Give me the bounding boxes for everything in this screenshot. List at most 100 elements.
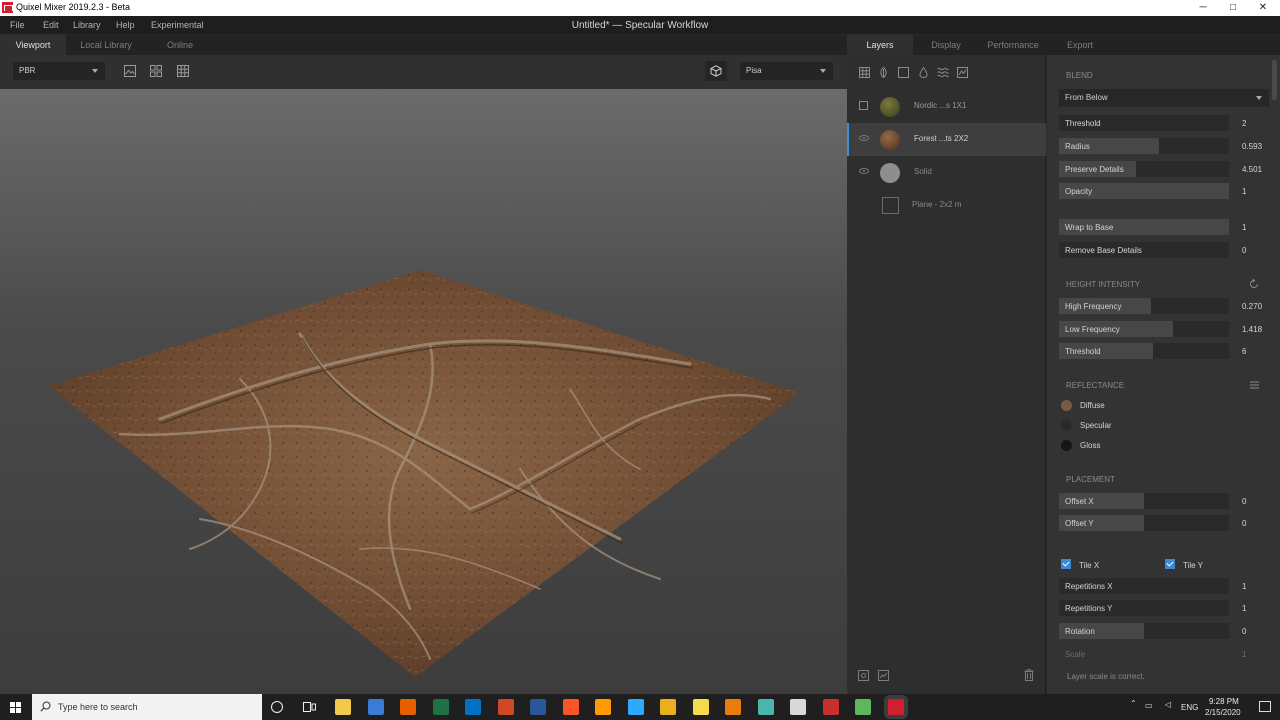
remove-base-details-slider[interactable]: Remove Base Details 0 (1059, 242, 1269, 258)
slider-value[interactable]: 2 (1242, 119, 1246, 128)
slider-value[interactable]: 1 (1242, 604, 1246, 613)
windows-start-icon[interactable] (10, 702, 21, 713)
tile-x-checkbox[interactable] (1061, 559, 1071, 569)
drop-icon[interactable] (918, 67, 929, 78)
cortana-icon[interactable] (271, 701, 283, 713)
eye-icon[interactable] (859, 135, 869, 141)
illustrator-icon[interactable] (595, 699, 611, 715)
tab-layers[interactable]: Layers (847, 35, 913, 55)
waves-icon[interactable] (937, 67, 949, 78)
diffuse-color-swatch[interactable] (1061, 400, 1072, 411)
layer-visibility-checkbox[interactable] (859, 101, 868, 110)
network-icon[interactable]: ▭ (1145, 701, 1153, 710)
slider-value[interactable]: 0.593 (1242, 142, 1262, 151)
reset-icon[interactable] (1249, 279, 1259, 289)
opacity-slider[interactable]: Opacity 1 (1059, 183, 1269, 199)
square-icon[interactable] (898, 67, 909, 78)
clock-time[interactable]: 9:28 PM (1209, 697, 1239, 706)
high-frequency-slider[interactable]: High Frequency 0.270 (1059, 298, 1269, 314)
slider-value[interactable]: 4.501 (1242, 165, 1262, 174)
repetitions-x-slider[interactable]: Repetitions X 1 (1059, 578, 1269, 594)
repetitions-y-slider[interactable]: Repetitions Y 1 (1059, 600, 1269, 616)
image-icon[interactable] (124, 65, 136, 77)
slider-value[interactable]: 0.270 (1242, 302, 1262, 311)
leaf-icon[interactable] (878, 67, 889, 78)
file-explorer-icon[interactable] (335, 699, 351, 715)
tab-local-library[interactable]: Local Library (66, 35, 146, 55)
add-mask-icon[interactable] (878, 670, 889, 681)
tile-y-checkbox[interactable] (1165, 559, 1175, 569)
blend-mode-select[interactable]: From Below (1059, 89, 1269, 107)
store-icon[interactable] (367, 699, 384, 715)
powerpoint-icon[interactable] (497, 699, 514, 715)
brave-icon[interactable] (562, 699, 579, 715)
search-input[interactable]: Type here to search (32, 694, 262, 720)
notes-icon[interactable] (692, 699, 709, 715)
menu-icon[interactable] (1250, 381, 1259, 389)
clock-date[interactable]: 2/15/2020 (1205, 708, 1241, 717)
firefox-icon[interactable] (400, 699, 416, 715)
wrap-to-base-slider[interactable]: Wrap to Base 1 (1059, 219, 1269, 235)
slider-value[interactable]: 0 (1242, 519, 1246, 528)
preserve-details-slider[interactable]: Preserve Details 4.501 (1059, 161, 1269, 177)
offset-x-slider[interactable]: Offset X 0 (1059, 493, 1269, 509)
properties-scrollbar[interactable] (1272, 60, 1277, 100)
offset-y-slider[interactable]: Offset Y 0 (1059, 515, 1269, 531)
grid-3x3-icon[interactable] (177, 65, 189, 77)
blender-icon[interactable] (725, 699, 741, 715)
tile-y-label: Tile Y (1183, 561, 1204, 570)
tab-viewport[interactable]: Viewport (0, 35, 66, 55)
close-button[interactable]: ✕ (1256, 1, 1270, 15)
gloss-color-swatch[interactable] (1061, 440, 1072, 451)
slider-value[interactable]: 1 (1242, 223, 1246, 232)
add-layer-icon[interactable] (858, 670, 869, 681)
maximize-button[interactable]: □ (1226, 1, 1240, 15)
word-icon[interactable] (530, 699, 546, 715)
substance-icon[interactable] (822, 699, 839, 715)
volume-icon[interactable]: ◁ (1165, 700, 1171, 709)
tab-performance[interactable]: Performance (979, 35, 1047, 55)
slider-value[interactable]: 0 (1242, 246, 1246, 255)
render-mode-select[interactable]: PBR (13, 62, 105, 80)
tab-display[interactable]: Display (913, 35, 979, 55)
environment-select[interactable]: Pisa (740, 62, 833, 80)
cube-view-button[interactable] (705, 61, 727, 81)
slider-value[interactable]: 6 (1242, 347, 1246, 356)
m-app-icon[interactable] (757, 699, 774, 715)
grid-2x2-icon[interactable] (150, 65, 162, 77)
radius-slider[interactable]: Radius 0.593 (1059, 138, 1269, 154)
layer-row[interactable]: Forest ...ts 2X2 (847, 123, 1046, 156)
trash-icon[interactable] (1024, 669, 1034, 681)
low-frequency-slider[interactable]: Low Frequency 1.418 (1059, 321, 1269, 337)
mixer-icon[interactable] (887, 699, 904, 715)
task-view-icon[interactable] (303, 701, 316, 713)
specular-color-swatch[interactable] (1061, 420, 1072, 431)
eye-icon[interactable] (859, 168, 869, 174)
slider-value[interactable]: 0 (1242, 497, 1246, 506)
minimize-button[interactable]: ─ (1196, 1, 1210, 15)
outlook-icon[interactable] (465, 699, 481, 715)
rotation-slider[interactable]: Rotation 0 (1059, 623, 1269, 639)
chrome-icon[interactable] (660, 699, 676, 715)
height-threshold-slider[interactable]: Threshold 6 (1059, 343, 1269, 359)
layer-row[interactable]: Solid (847, 156, 1046, 189)
slider-value[interactable]: 1.418 (1242, 325, 1262, 334)
slider-value[interactable]: 1 (1242, 187, 1246, 196)
filter-icon[interactable] (957, 67, 968, 78)
language-indicator[interactable]: ENG (1181, 703, 1198, 712)
tab-online[interactable]: Online (146, 35, 214, 55)
layer-row[interactable]: Plane - 2x2 m (847, 189, 1046, 222)
tab-export[interactable]: Export (1047, 35, 1113, 55)
tray-up-arrow-icon[interactable]: ⌃ (1130, 699, 1137, 708)
slider-value[interactable]: 1 (1242, 582, 1246, 591)
slider-value[interactable]: 0 (1242, 627, 1246, 636)
texture-icon[interactable] (859, 67, 870, 78)
3d-viewport[interactable] (0, 89, 847, 694)
bridge-icon[interactable] (855, 699, 871, 715)
photoshop-icon[interactable] (627, 699, 644, 715)
notifications-icon[interactable] (1259, 701, 1271, 712)
excel-icon[interactable] (432, 699, 449, 715)
layer-row[interactable]: Nordic ...s 1X1 (847, 90, 1046, 123)
threshold-slider[interactable]: Threshold 2 (1059, 115, 1269, 131)
unreal-icon[interactable] (790, 699, 806, 715)
